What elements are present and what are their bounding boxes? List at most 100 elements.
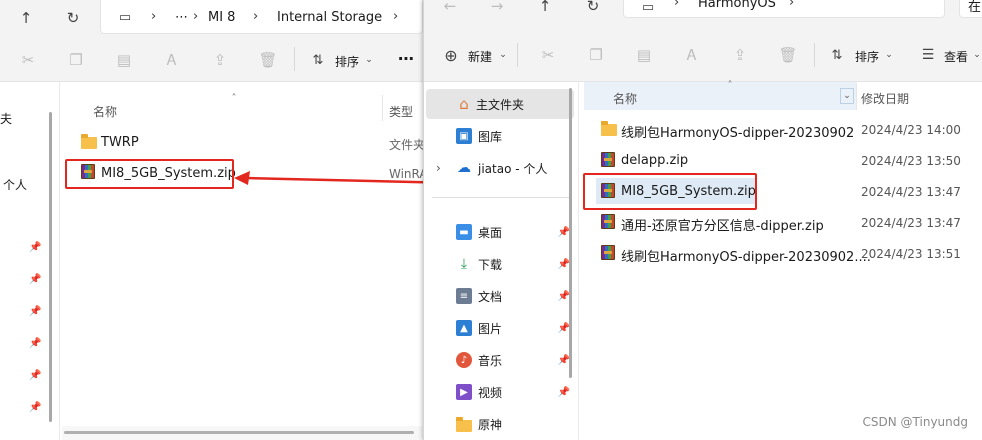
left-address-bar: ↑ ↻ ▭ › ⋯ › MI 8 › Internal Storage ›: [0, 0, 423, 36]
chevron-right-icon[interactable]: ›: [436, 161, 441, 175]
up-arrow-icon[interactable]: ↑: [16, 8, 36, 28]
chevron-right-icon: ›: [393, 9, 399, 24]
toolbar-divider: [294, 47, 295, 71]
nav-item-music[interactable]: ♪ 音乐 📌: [424, 345, 572, 375]
share-icon[interactable]: ⇪: [210, 50, 230, 70]
nav-scrollbar[interactable]: [569, 88, 572, 378]
sort-icon[interactable]: ⇅: [308, 50, 328, 70]
nav-item-documents[interactable]: ≡ 文档 📌: [424, 281, 572, 311]
column-divider[interactable]: [382, 95, 383, 121]
nav-item-label: 下载: [478, 257, 503, 272]
gallery-icon: ▣: [456, 128, 472, 144]
nav-item-videos[interactable]: ▶ 视频 📌: [424, 377, 572, 407]
nav-item-yuanshen[interactable]: 原神: [424, 409, 572, 439]
right-breadcrumb[interactable]: ▭ › HarmonyOS ›: [623, 0, 945, 18]
more-options-button[interactable]: ⋯: [398, 49, 414, 68]
file-type: 文件夹: [389, 138, 423, 152]
nav-item-downloads[interactable]: ⤓ 下载 📌: [424, 249, 572, 279]
column-header-name[interactable]: 名称: [613, 90, 637, 107]
left-navigation-pane: 夫 个人 📌 📌 📌 📌 📌 📌: [0, 82, 60, 440]
horizontal-scrollbar[interactable]: [62, 426, 423, 440]
toolbar-divider: [814, 43, 815, 67]
rar-archive-icon: [601, 214, 615, 229]
left-toolbar: ✂ ❐ ▤ Ꭺ ⇪ 🗑 ⇅ 排序 ⌄ ⋯: [0, 36, 423, 82]
chevron-down-icon: ⌄: [973, 50, 981, 60]
nav-item-label: 视频: [478, 385, 503, 400]
chevron-right-icon: ›: [253, 9, 259, 24]
pin-icon: 📌: [29, 402, 42, 413]
nav-item-home[interactable]: ⌂ 主文件夹: [426, 89, 574, 119]
search-box[interactable]: 在: [959, 0, 982, 18]
up-arrow-icon[interactable]: ↑: [535, 0, 555, 16]
nav-scrollbar[interactable]: [49, 112, 52, 422]
download-icon: ⤓: [460, 256, 468, 272]
nav-item-fragment[interactable]: 夫: [0, 110, 12, 127]
new-button[interactable]: 新建: [468, 48, 492, 65]
music-icon: ♪: [456, 352, 472, 368]
toolbar-divider: [517, 43, 518, 67]
delete-icon[interactable]: 🗑: [778, 45, 798, 65]
pin-icon[interactable]: 📌: [558, 387, 570, 398]
annotation-highlight-box: [65, 159, 234, 189]
paste-icon[interactable]: ▤: [114, 50, 134, 70]
column-filter-dropdown[interactable]: ⌄: [840, 88, 854, 104]
right-navigation-pane: ⌂ 主文件夹 ▣ 图库 › ☁ jiatao - 个人 ▬ 桌面 📌 ⤓ 下载 …: [424, 82, 579, 440]
nav-item-gallery[interactable]: ▣ 图库: [424, 121, 572, 151]
home-icon: ⌂: [459, 95, 469, 113]
column-header-name[interactable]: 名称: [93, 103, 117, 120]
nav-item-onedrive[interactable]: › ☁ jiatao - 个人: [424, 153, 572, 183]
chevron-down-icon: ⌄: [499, 50, 507, 60]
breadcrumb-item-mi8[interactable]: MI 8: [208, 10, 235, 25]
cut-icon[interactable]: ✂: [538, 45, 558, 65]
forward-arrow-icon[interactable]: →: [487, 0, 507, 16]
copy-icon[interactable]: ❐: [66, 50, 86, 70]
view-list-icon[interactable]: ☰: [918, 45, 938, 65]
nav-item-desktop[interactable]: ▬ 桌面 📌: [424, 217, 572, 247]
file-date: 2024/4/23 13:51: [861, 247, 961, 261]
rename-icon[interactable]: Ꭺ: [682, 45, 702, 65]
left-breadcrumb[interactable]: ▭ › ⋯ › MI 8 › Internal Storage ›: [100, 0, 423, 34]
search-placeholder: 在: [968, 0, 982, 15]
sort-button[interactable]: 排序: [335, 53, 359, 70]
chevron-down-icon: ⌄: [885, 50, 893, 60]
nav-item-label: jiatao - 个人: [478, 161, 548, 176]
back-arrow-icon[interactable]: ←: [440, 0, 460, 16]
file-row[interactable]: 线刷包HarmonyOS-dipper-20230902: [621, 122, 854, 141]
rename-icon[interactable]: Ꭺ: [162, 50, 182, 70]
breadcrumb-item-harmonyos[interactable]: HarmonyOS: [698, 0, 776, 11]
sort-ascending-icon: ˄: [231, 92, 237, 104]
new-plus-icon[interactable]: ⊕: [441, 45, 461, 65]
view-button[interactable]: 查看: [944, 48, 968, 65]
refresh-icon[interactable]: ↻: [583, 0, 603, 16]
nav-item-label: 主文件夹: [476, 97, 525, 112]
horizontal-scroll-thumb[interactable]: [64, 431, 414, 434]
refresh-icon[interactable]: ↻: [63, 8, 83, 28]
breadcrumb-item-internal-storage[interactable]: Internal Storage: [277, 10, 382, 25]
nav-item-pictures[interactable]: ▲ 图片 📌: [424, 313, 572, 343]
file-row[interactable]: 通用-还原官方分区信息-dipper.zip: [621, 215, 824, 234]
file-row[interactable]: delapp.zip: [621, 153, 688, 168]
column-divider[interactable]: [856, 84, 857, 110]
share-icon[interactable]: ⇪: [730, 45, 750, 65]
column-header-type[interactable]: 类型: [389, 103, 413, 120]
delete-icon[interactable]: 🗑: [258, 50, 278, 70]
file-date: 2024/4/23 14:00: [861, 123, 961, 137]
column-header-date[interactable]: 修改日期: [861, 90, 909, 107]
nav-item-fragment[interactable]: 个人: [3, 176, 27, 193]
right-toolbar: ⊕ 新建 ⌄ ✂ ❐ ▤ Ꭺ ⇪ 🗑 ⇅ 排序 ⌄ ☰ 查看 ⌄: [424, 30, 982, 82]
computer-icon: ▭: [118, 9, 132, 25]
rar-archive-icon: [601, 245, 615, 260]
document-icon: ≡: [456, 288, 472, 304]
file-row-twrp[interactable]: TWRP: [101, 135, 139, 150]
sort-icon[interactable]: ⇅: [827, 45, 847, 65]
breadcrumb-ellipsis[interactable]: ⋯: [175, 10, 188, 25]
copy-icon[interactable]: ❐: [586, 45, 606, 65]
paste-icon[interactable]: ▤: [634, 45, 654, 65]
pin-icon: 📌: [29, 370, 42, 381]
cut-icon[interactable]: ✂: [18, 50, 38, 70]
chevron-right-icon: ›: [789, 0, 795, 10]
sort-button[interactable]: 排序: [855, 48, 879, 65]
video-icon: ▶: [456, 384, 472, 400]
folder-icon: [456, 417, 472, 432]
file-row[interactable]: 线刷包HarmonyOS-dipper-20230902....: [621, 246, 871, 265]
